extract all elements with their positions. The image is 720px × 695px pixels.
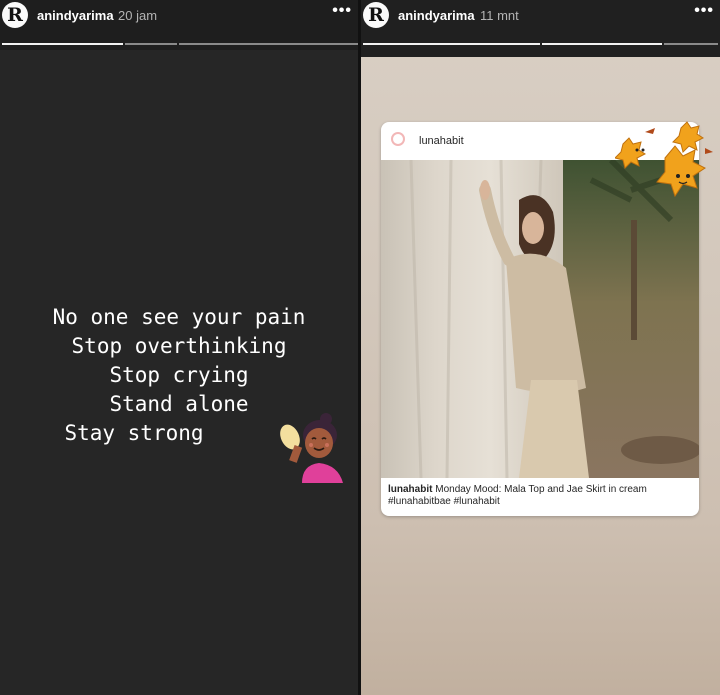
- caption-username[interactable]: lunahabit: [388, 484, 432, 495]
- left-time: 20 jam: [118, 8, 158, 23]
- story-line: No one see your pain: [52, 305, 306, 329]
- progress-segment-1: [363, 43, 540, 45]
- right-username[interactable]: anindyarima: [398, 8, 475, 23]
- right-story-panel[interactable]: R anindyarima 11 mnt ••• lunahabit lunah…: [361, 0, 720, 695]
- story-line: Stop crying: [109, 363, 249, 387]
- progress-segment-2: [125, 43, 177, 45]
- story-line: Stop overthinking: [71, 334, 287, 358]
- progress-segment-1: [2, 43, 123, 45]
- post-caption: lunahabit Monday Mood: Mala Top and Jae …: [388, 484, 694, 508]
- left-username[interactable]: anindyarima: [37, 8, 114, 23]
- post-avatar[interactable]: [391, 132, 405, 146]
- progress-segment-3: [179, 43, 358, 45]
- woman-raising-hand-emoji-icon: [280, 413, 343, 483]
- progress-segment-3: [664, 43, 718, 45]
- autumn-leaves-sticker-icon: [615, 121, 713, 198]
- right-time: 11 mnt: [480, 8, 519, 23]
- right-story-header: R anindyarima 11 mnt •••: [361, 0, 720, 57]
- more-dots-icon[interactable]: •••: [694, 2, 714, 20]
- post-photo[interactable]: [381, 160, 699, 478]
- left-story-header: R anindyarima 20 jam •••: [0, 0, 358, 50]
- post-username[interactable]: lunahabit: [419, 135, 464, 147]
- left-avatar[interactable]: R: [2, 2, 28, 28]
- left-story-panel[interactable]: R anindyarima 20 jam ••• No one see your…: [0, 0, 358, 695]
- more-dots-icon[interactable]: •••: [332, 2, 352, 20]
- right-avatar[interactable]: R: [363, 2, 389, 28]
- progress-segment-2: [542, 43, 662, 45]
